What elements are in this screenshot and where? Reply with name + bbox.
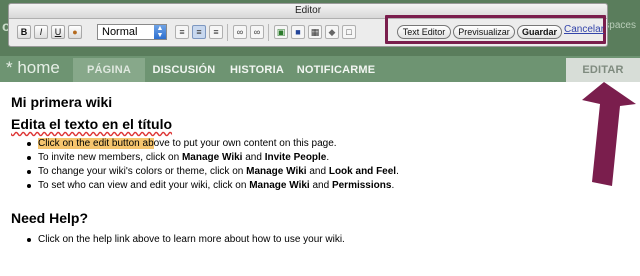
table-icon[interactable]: ▦ <box>308 25 322 39</box>
special-char-icon[interactable]: □ <box>342 25 356 39</box>
toolbar-separator <box>268 24 269 41</box>
home-link[interactable]: * home <box>6 58 60 78</box>
tab-pagina[interactable]: PÁGINA <box>73 58 145 82</box>
permissions-text: Permissions <box>331 180 392 191</box>
tab-historia[interactable]: HISTORIA <box>224 58 290 82</box>
section-heading-text: Edita el texto en el título <box>11 116 173 132</box>
format-select-value: Normal <box>102 26 138 38</box>
list-item-text: . <box>326 152 330 163</box>
toolbar-separator <box>227 24 228 41</box>
text-editor-button[interactable]: Text Editor <box>397 25 451 39</box>
link-icon[interactable]: ∞ <box>233 25 247 39</box>
list-item-text: To change your wiki's colors or theme, c… <box>38 166 247 177</box>
manage-wiki-text: Manage Wiki <box>249 180 310 191</box>
unlink-icon[interactable]: ∞ <box>250 25 264 39</box>
help-heading: Need Help? <box>11 210 89 226</box>
save-button[interactable]: Guardar <box>517 25 562 39</box>
invite-people-text: Invite People <box>264 152 327 163</box>
underline-button[interactable]: U <box>51 25 65 39</box>
annotation-highlight-box: Text Editor Previsualizar Guardar Cancel… <box>385 15 606 44</box>
list-item: To change your wiki's colors or theme, c… <box>27 166 399 177</box>
list-item-text: . <box>391 180 395 191</box>
annotation-arrow-icon <box>582 82 636 186</box>
manage-wiki-text: Manage Wiki <box>181 152 243 163</box>
look-and-feel-text: Look and Feel <box>328 166 397 177</box>
wiki-nav-bar: * home PÁGINA DISCUSIÓN HISTORIA NOTIFIC… <box>0 56 640 82</box>
list-item-text: To invite new members, click on <box>38 152 182 163</box>
page-content: Mi primera wiki Edita el texto en el tít… <box>0 82 640 276</box>
list-item: To set who can view and edit your wiki, … <box>26 180 395 191</box>
image-icon[interactable]: ▣ <box>274 25 288 39</box>
tab-discusion[interactable]: DISCUSIÓN <box>148 58 220 82</box>
page-title: Mi primera wiki <box>11 94 113 110</box>
select-arrows-icon: ▲ ▼ <box>154 25 166 39</box>
list-item-text: To set who can view and edit your wiki, … <box>38 180 250 191</box>
video-icon[interactable]: ■ <box>291 25 305 39</box>
widget-icon[interactable]: ◆ <box>325 25 339 39</box>
format-select[interactable]: Normal ▲ ▼ <box>97 24 167 40</box>
numbered-list-icon[interactable]: ≡ <box>175 25 189 39</box>
list-item-text: . <box>396 166 399 177</box>
bulleted-list-icon[interactable]: ≡ <box>192 25 206 39</box>
list-item: Click on the edit button above to put yo… <box>27 138 337 149</box>
italic-button[interactable]: I <box>34 25 48 39</box>
cancel-link[interactable]: Cancelar <box>564 24 604 35</box>
edit-button[interactable]: EDITAR <box>566 58 640 82</box>
bold-button[interactable]: B <box>17 25 31 39</box>
tab-notificarme[interactable]: NOTIFICARME <box>294 58 378 82</box>
list-item-text: and <box>306 166 329 177</box>
highlighted-text: Click on the edit button ab <box>38 138 154 149</box>
manage-wiki-text: Manage Wiki <box>246 166 307 177</box>
section-heading: Edita el texto en el título <box>11 116 172 132</box>
list-item-text: ove to put your own content on this page… <box>153 138 337 149</box>
list-item: To invite new members, click on Manage W… <box>26 152 330 163</box>
list-item-text: and <box>242 152 265 163</box>
text-color-icon[interactable]: ● <box>68 25 82 39</box>
indent-icon[interactable]: ≡ <box>209 25 223 39</box>
list-item-text: and <box>309 180 332 191</box>
help-item-text: Click on the help link above to learn mo… <box>38 234 345 245</box>
preview-button[interactable]: Previsualizar <box>453 25 515 39</box>
list-item: Click on the help link above to learn mo… <box>27 234 345 245</box>
